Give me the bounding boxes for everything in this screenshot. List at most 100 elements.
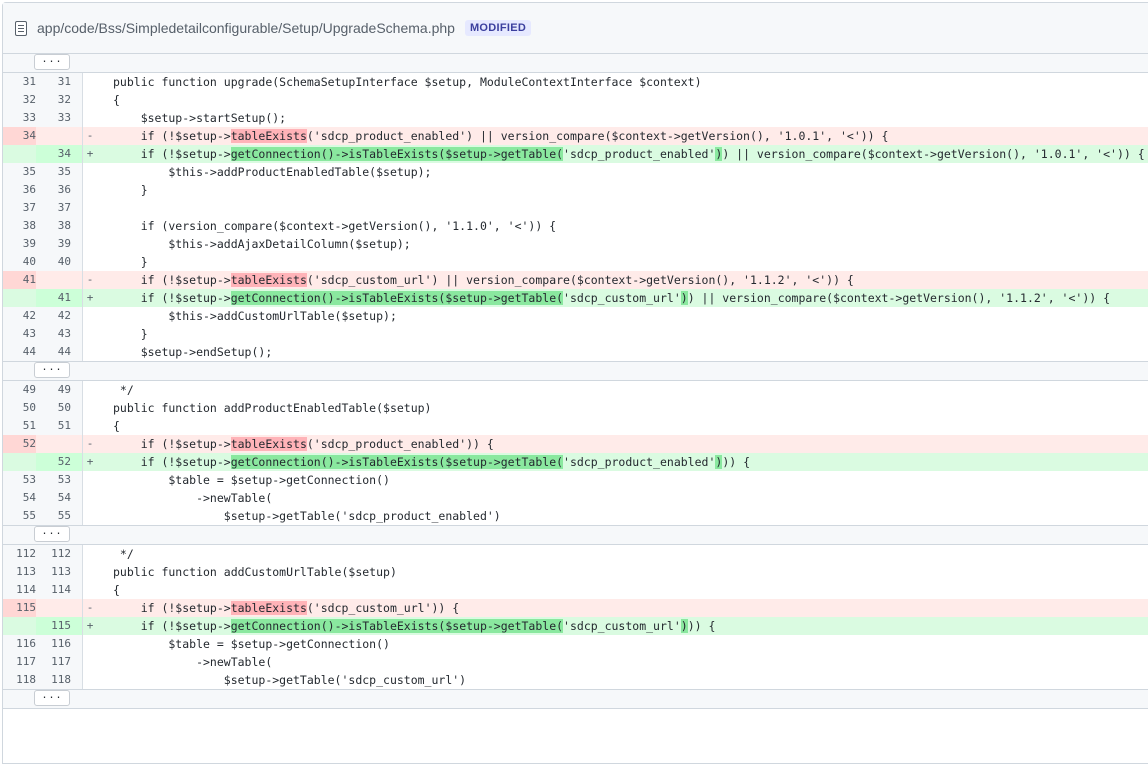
deleted-line: 52 - if (!$setup->tableExists('sdcp_produ… — [3, 435, 1148, 453]
new-line-number[interactable]: 49 — [36, 381, 82, 399]
code-segment: if (!$setup-> — [113, 601, 231, 615]
expand-lines-button[interactable]: ... — [34, 690, 70, 706]
context-line: 49 49 */ — [3, 381, 1148, 399]
changed-token: ()->isTableExists($setup->getTable( — [320, 291, 564, 305]
new-line-number[interactable]: 117 — [36, 653, 82, 671]
old-line-number[interactable]: 42 — [3, 307, 36, 325]
old-line-number[interactable]: 40 — [3, 253, 36, 271]
context-line: 112 112 */ — [3, 545, 1148, 563]
old-line-number[interactable]: 51 — [3, 417, 36, 435]
new-line-number[interactable]: 36 — [36, 181, 82, 199]
old-line-number[interactable]: 39 — [3, 235, 36, 253]
old-line-number[interactable]: 112 — [3, 545, 36, 563]
old-line-number[interactable]: 32 — [3, 91, 36, 109]
old-line-number[interactable]: 116 — [3, 635, 36, 653]
hunk-expander: ... — [3, 689, 1148, 709]
new-line-number[interactable] — [36, 599, 82, 617]
code-text: } — [97, 181, 1148, 199]
new-line-number[interactable]: 55 — [36, 507, 82, 525]
new-line-number[interactable]: 40 — [36, 253, 82, 271]
new-line-number[interactable]: 32 — [36, 91, 82, 109]
new-line-number[interactable] — [36, 127, 82, 145]
new-line-number[interactable]: 53 — [36, 471, 82, 489]
code-text: $this->addCustomUrlTable($setup); — [97, 307, 1148, 325]
old-line-number[interactable]: 114 — [3, 581, 36, 599]
old-line-number[interactable]: 115 — [3, 599, 36, 617]
old-line-number[interactable]: 52 — [3, 435, 36, 453]
new-line-number[interactable]: 42 — [36, 307, 82, 325]
code-segment: } — [113, 327, 148, 341]
old-line-number[interactable]: 33 — [3, 109, 36, 127]
old-line-number[interactable]: 117 — [3, 653, 36, 671]
file-path[interactable]: app/code/Bss/Simpledetailconfigurable/Se… — [37, 20, 455, 36]
old-line-number[interactable]: 38 — [3, 217, 36, 235]
old-line-number[interactable]: 37 — [3, 199, 36, 217]
new-line-number[interactable]: 39 — [36, 235, 82, 253]
code-text: $setup->getTable('sdcp_custom_url') — [97, 671, 1148, 689]
old-line-number[interactable]: 44 — [3, 343, 36, 361]
expand-lines-button[interactable]: ... — [34, 362, 70, 378]
code-segment: } — [113, 255, 148, 269]
old-line-number[interactable] — [3, 145, 36, 163]
code-segment: )) { — [722, 455, 751, 469]
old-line-number[interactable]: 113 — [3, 563, 36, 581]
old-line-number[interactable]: 55 — [3, 507, 36, 525]
new-line-number[interactable]: 114 — [36, 581, 82, 599]
line-marker — [83, 653, 97, 671]
code-segment: */ — [113, 383, 134, 397]
new-line-number[interactable]: 50 — [36, 399, 82, 417]
minus-marker: - — [86, 273, 94, 286]
code-segment: $setup->getTable('sdcp_product_enabled') — [113, 509, 501, 523]
old-line-number[interactable]: 35 — [3, 163, 36, 181]
old-line-number[interactable] — [3, 453, 36, 471]
old-line-number[interactable]: 34 — [3, 127, 36, 145]
code-segment: if (!$setup-> — [113, 455, 231, 469]
code-text: $this->addProductEnabledTable($setup); — [97, 163, 1148, 181]
old-line-number[interactable]: 53 — [3, 471, 36, 489]
new-line-number[interactable]: 116 — [36, 635, 82, 653]
expand-lines-button[interactable]: ... — [34, 526, 70, 542]
old-line-number[interactable]: 54 — [3, 489, 36, 507]
new-line-number[interactable]: 35 — [36, 163, 82, 181]
context-line: 35 35 $this->addProductEnabledTable($setu… — [3, 163, 1148, 181]
old-line-number[interactable]: 118 — [3, 671, 36, 689]
code-segment: 'sdcp_custom_url' — [563, 619, 681, 633]
code-segment: 'sdcp_product_enabled' — [563, 455, 716, 469]
old-line-number[interactable]: 43 — [3, 325, 36, 343]
code-text: if (!$setup->getConnection()->isTableExi… — [97, 289, 1148, 307]
new-line-number[interactable]: 115 — [36, 617, 82, 635]
file-icon — [15, 20, 27, 36]
new-line-number[interactable] — [36, 271, 82, 289]
new-line-number[interactable]: 112 — [36, 545, 82, 563]
code-segment: if (version_compare($context->getVersion… — [113, 219, 557, 233]
old-line-number[interactable] — [3, 289, 36, 307]
old-line-number[interactable] — [3, 617, 36, 635]
new-line-number[interactable]: 43 — [36, 325, 82, 343]
context-line: 38 38 if (version_compare($context->getVe… — [3, 217, 1148, 235]
new-line-number[interactable]: 44 — [36, 343, 82, 361]
context-line: 54 54 ->newTable( — [3, 489, 1148, 507]
hunk-expander: ... — [3, 54, 1148, 73]
old-line-number[interactable]: 41 — [3, 271, 36, 289]
new-line-number[interactable]: 33 — [36, 109, 82, 127]
new-line-number[interactable]: 51 — [36, 417, 82, 435]
new-line-number[interactable]: 52 — [36, 453, 82, 471]
expand-lines-button[interactable]: ... — [34, 54, 70, 70]
line-marker — [83, 217, 97, 235]
new-line-number[interactable]: 118 — [36, 671, 82, 689]
changed-token: getConnection — [230, 147, 321, 161]
context-line: 37 37 — [3, 199, 1148, 217]
old-line-number[interactable]: 49 — [3, 381, 36, 399]
old-line-number[interactable]: 50 — [3, 399, 36, 417]
new-line-number[interactable]: 54 — [36, 489, 82, 507]
new-line-number[interactable]: 31 — [36, 73, 82, 91]
old-line-number[interactable]: 36 — [3, 181, 36, 199]
new-line-number[interactable]: 38 — [36, 217, 82, 235]
new-line-number[interactable]: 37 — [36, 199, 82, 217]
old-line-number[interactable]: 31 — [3, 73, 36, 91]
code-segment: if (!$setup-> — [113, 437, 231, 451]
new-line-number[interactable] — [36, 435, 82, 453]
new-line-number[interactable]: 113 — [36, 563, 82, 581]
new-line-number[interactable]: 41 — [36, 289, 82, 307]
new-line-number[interactable]: 34 — [36, 145, 82, 163]
